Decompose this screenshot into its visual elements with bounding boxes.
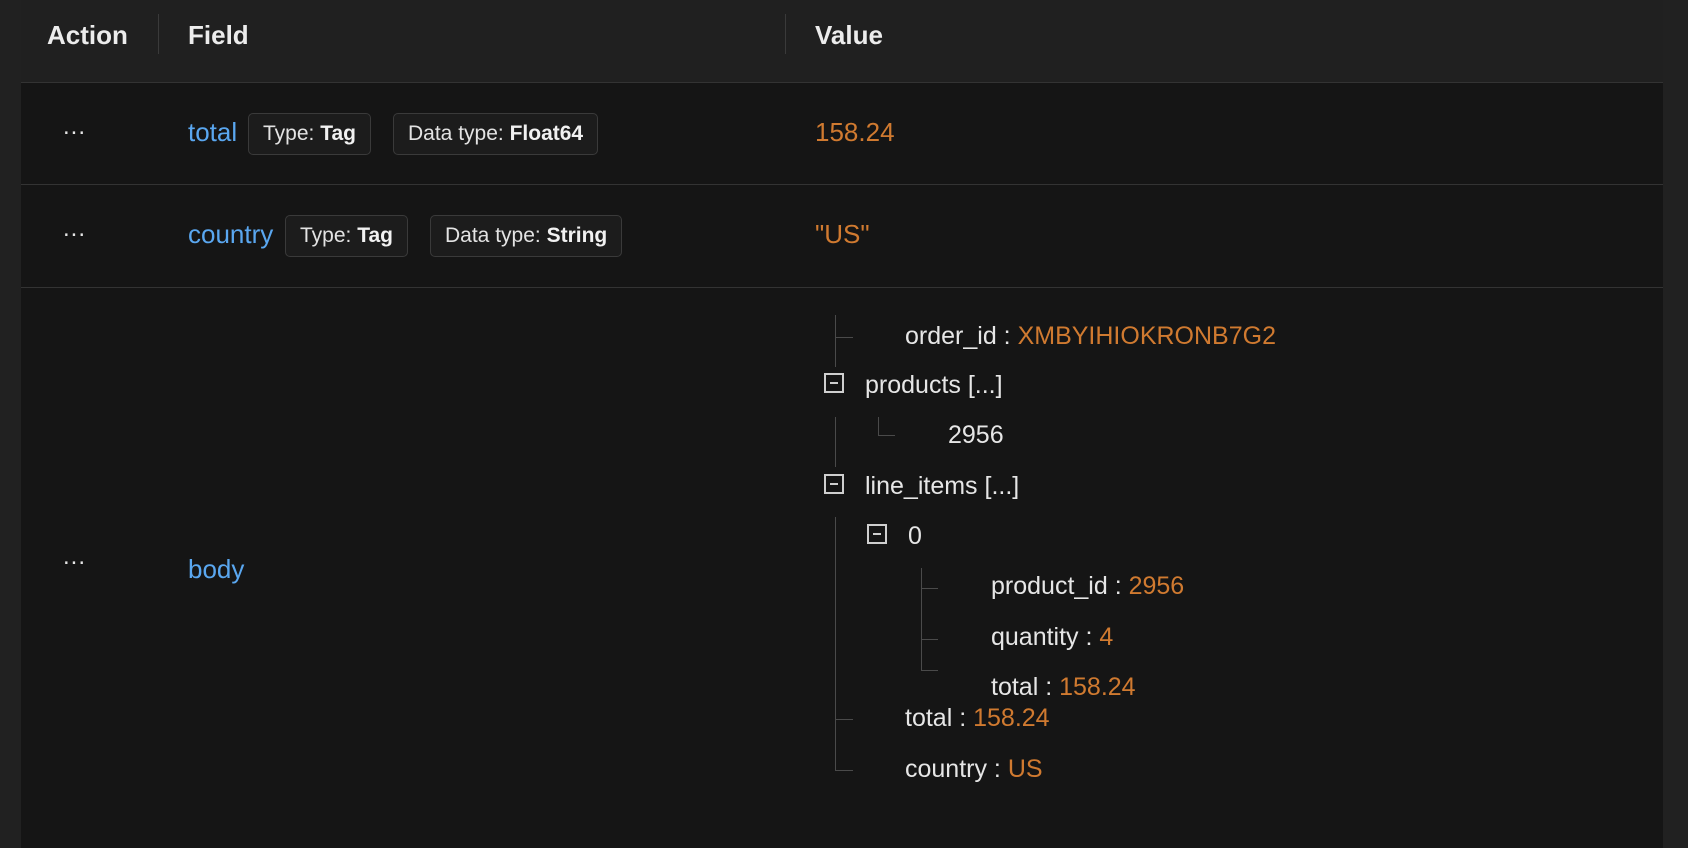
tree-value: US — [1007, 755, 1043, 783]
tree-connector — [921, 568, 922, 670]
column-resize-handle[interactable] — [785, 14, 786, 54]
badge-label: Data type: — [445, 224, 541, 247]
tree-key: line_items [...] — [865, 472, 1020, 500]
collapse-icon[interactable] — [867, 524, 887, 544]
tree-connector — [878, 435, 895, 436]
tree-value: XMBYIHIOKRONB7G2 — [1017, 322, 1276, 350]
tree-connector — [835, 417, 836, 467]
tree-connector — [921, 639, 938, 640]
tree-separator: : — [1078, 623, 1100, 651]
badge-value: Tag — [357, 224, 393, 247]
badge-value: String — [546, 224, 608, 247]
column-header-value[interactable]: Value — [815, 20, 883, 51]
data-type-badge: Data type: String — [430, 215, 623, 257]
field-name-link[interactable]: country — [188, 219, 273, 250]
table-row: ... country Type: Tag Data type: String … — [21, 185, 1663, 288]
column-header-field[interactable]: Field — [188, 20, 249, 51]
badge-value: Float64 — [509, 122, 584, 145]
field-value: "US" — [815, 219, 870, 249]
json-tree: order_id : XMBYIHIOKRONB7G2 products [..… — [21, 288, 1663, 848]
tree-connector — [835, 337, 853, 338]
row-actions-button[interactable]: ... — [63, 215, 86, 243]
tree-key: total — [905, 704, 953, 732]
field-value: 158.24 — [815, 117, 895, 147]
tree-connector — [878, 417, 879, 435]
tree-key: quantity — [991, 623, 1079, 651]
tree-separator: : — [1038, 673, 1060, 701]
tree-value: 158.24 — [973, 704, 1050, 732]
field-name-link[interactable]: total — [188, 117, 237, 148]
tree-separator: : — [996, 322, 1018, 350]
badge-label: Type: — [300, 224, 352, 247]
tree-node-line-items[interactable]: line_items [...] — [865, 472, 1019, 501]
tree-value: 2956 — [1128, 572, 1185, 600]
tree-separator: : — [986, 755, 1008, 783]
tree-key: country — [905, 755, 987, 783]
badge-label: Type: — [263, 122, 315, 145]
collapse-icon[interactable] — [824, 373, 844, 393]
tree-node-products-item: 2956 — [948, 421, 1004, 450]
tree-node-quantity: quantity : 4 — [991, 623, 1113, 652]
tree-key: products [...] — [865, 371, 1003, 399]
tree-key: order_id — [905, 322, 997, 350]
table-row: ... total Type: Tag Data type: Float64 1… — [21, 83, 1663, 185]
tree-connector — [921, 670, 938, 671]
tree-connector — [835, 770, 853, 771]
tree-node-line-total: total : 158.24 — [991, 673, 1136, 702]
table-header: Action Field Value — [21, 0, 1663, 83]
tree-node-line-item-0[interactable]: 0 — [908, 522, 922, 551]
tree-separator: : — [952, 704, 974, 732]
tree-value: 2956 — [948, 421, 1004, 449]
tree-separator: : — [1107, 572, 1129, 600]
tree-node-products[interactable]: products [...] — [865, 371, 1003, 400]
tree-connector — [835, 517, 836, 770]
tree-node-total: total : 158.24 — [905, 704, 1050, 733]
type-badge: Type: Tag — [285, 215, 408, 257]
fields-table: Action Field Value ... total Type: Tag D… — [21, 0, 1663, 848]
tree-value: 158.24 — [1059, 673, 1136, 701]
tree-key: 0 — [908, 522, 922, 550]
tree-connector — [835, 315, 836, 367]
tree-connector — [835, 719, 853, 720]
column-header-action[interactable]: Action — [47, 20, 128, 51]
row-actions-button[interactable]: ... — [63, 113, 86, 141]
tree-connector — [921, 588, 938, 589]
tree-node-country: country : US — [905, 755, 1043, 784]
tree-node-product-id: product_id : 2956 — [991, 572, 1184, 601]
badge-label: Data type: — [408, 122, 504, 145]
badge-value: Tag — [320, 122, 356, 145]
type-badge: Type: Tag — [248, 113, 371, 155]
table-row: ... body order_id : XMBYIHIOKRONB7G2 pro… — [21, 288, 1663, 848]
collapse-icon[interactable] — [824, 474, 844, 494]
tree-node-order-id: order_id : XMBYIHIOKRONB7G2 — [905, 322, 1276, 351]
column-resize-handle[interactable] — [158, 14, 159, 54]
data-type-badge: Data type: Float64 — [393, 113, 599, 155]
tree-key: total — [991, 673, 1039, 701]
tree-key: product_id — [991, 572, 1108, 600]
tree-value: 4 — [1099, 623, 1114, 651]
